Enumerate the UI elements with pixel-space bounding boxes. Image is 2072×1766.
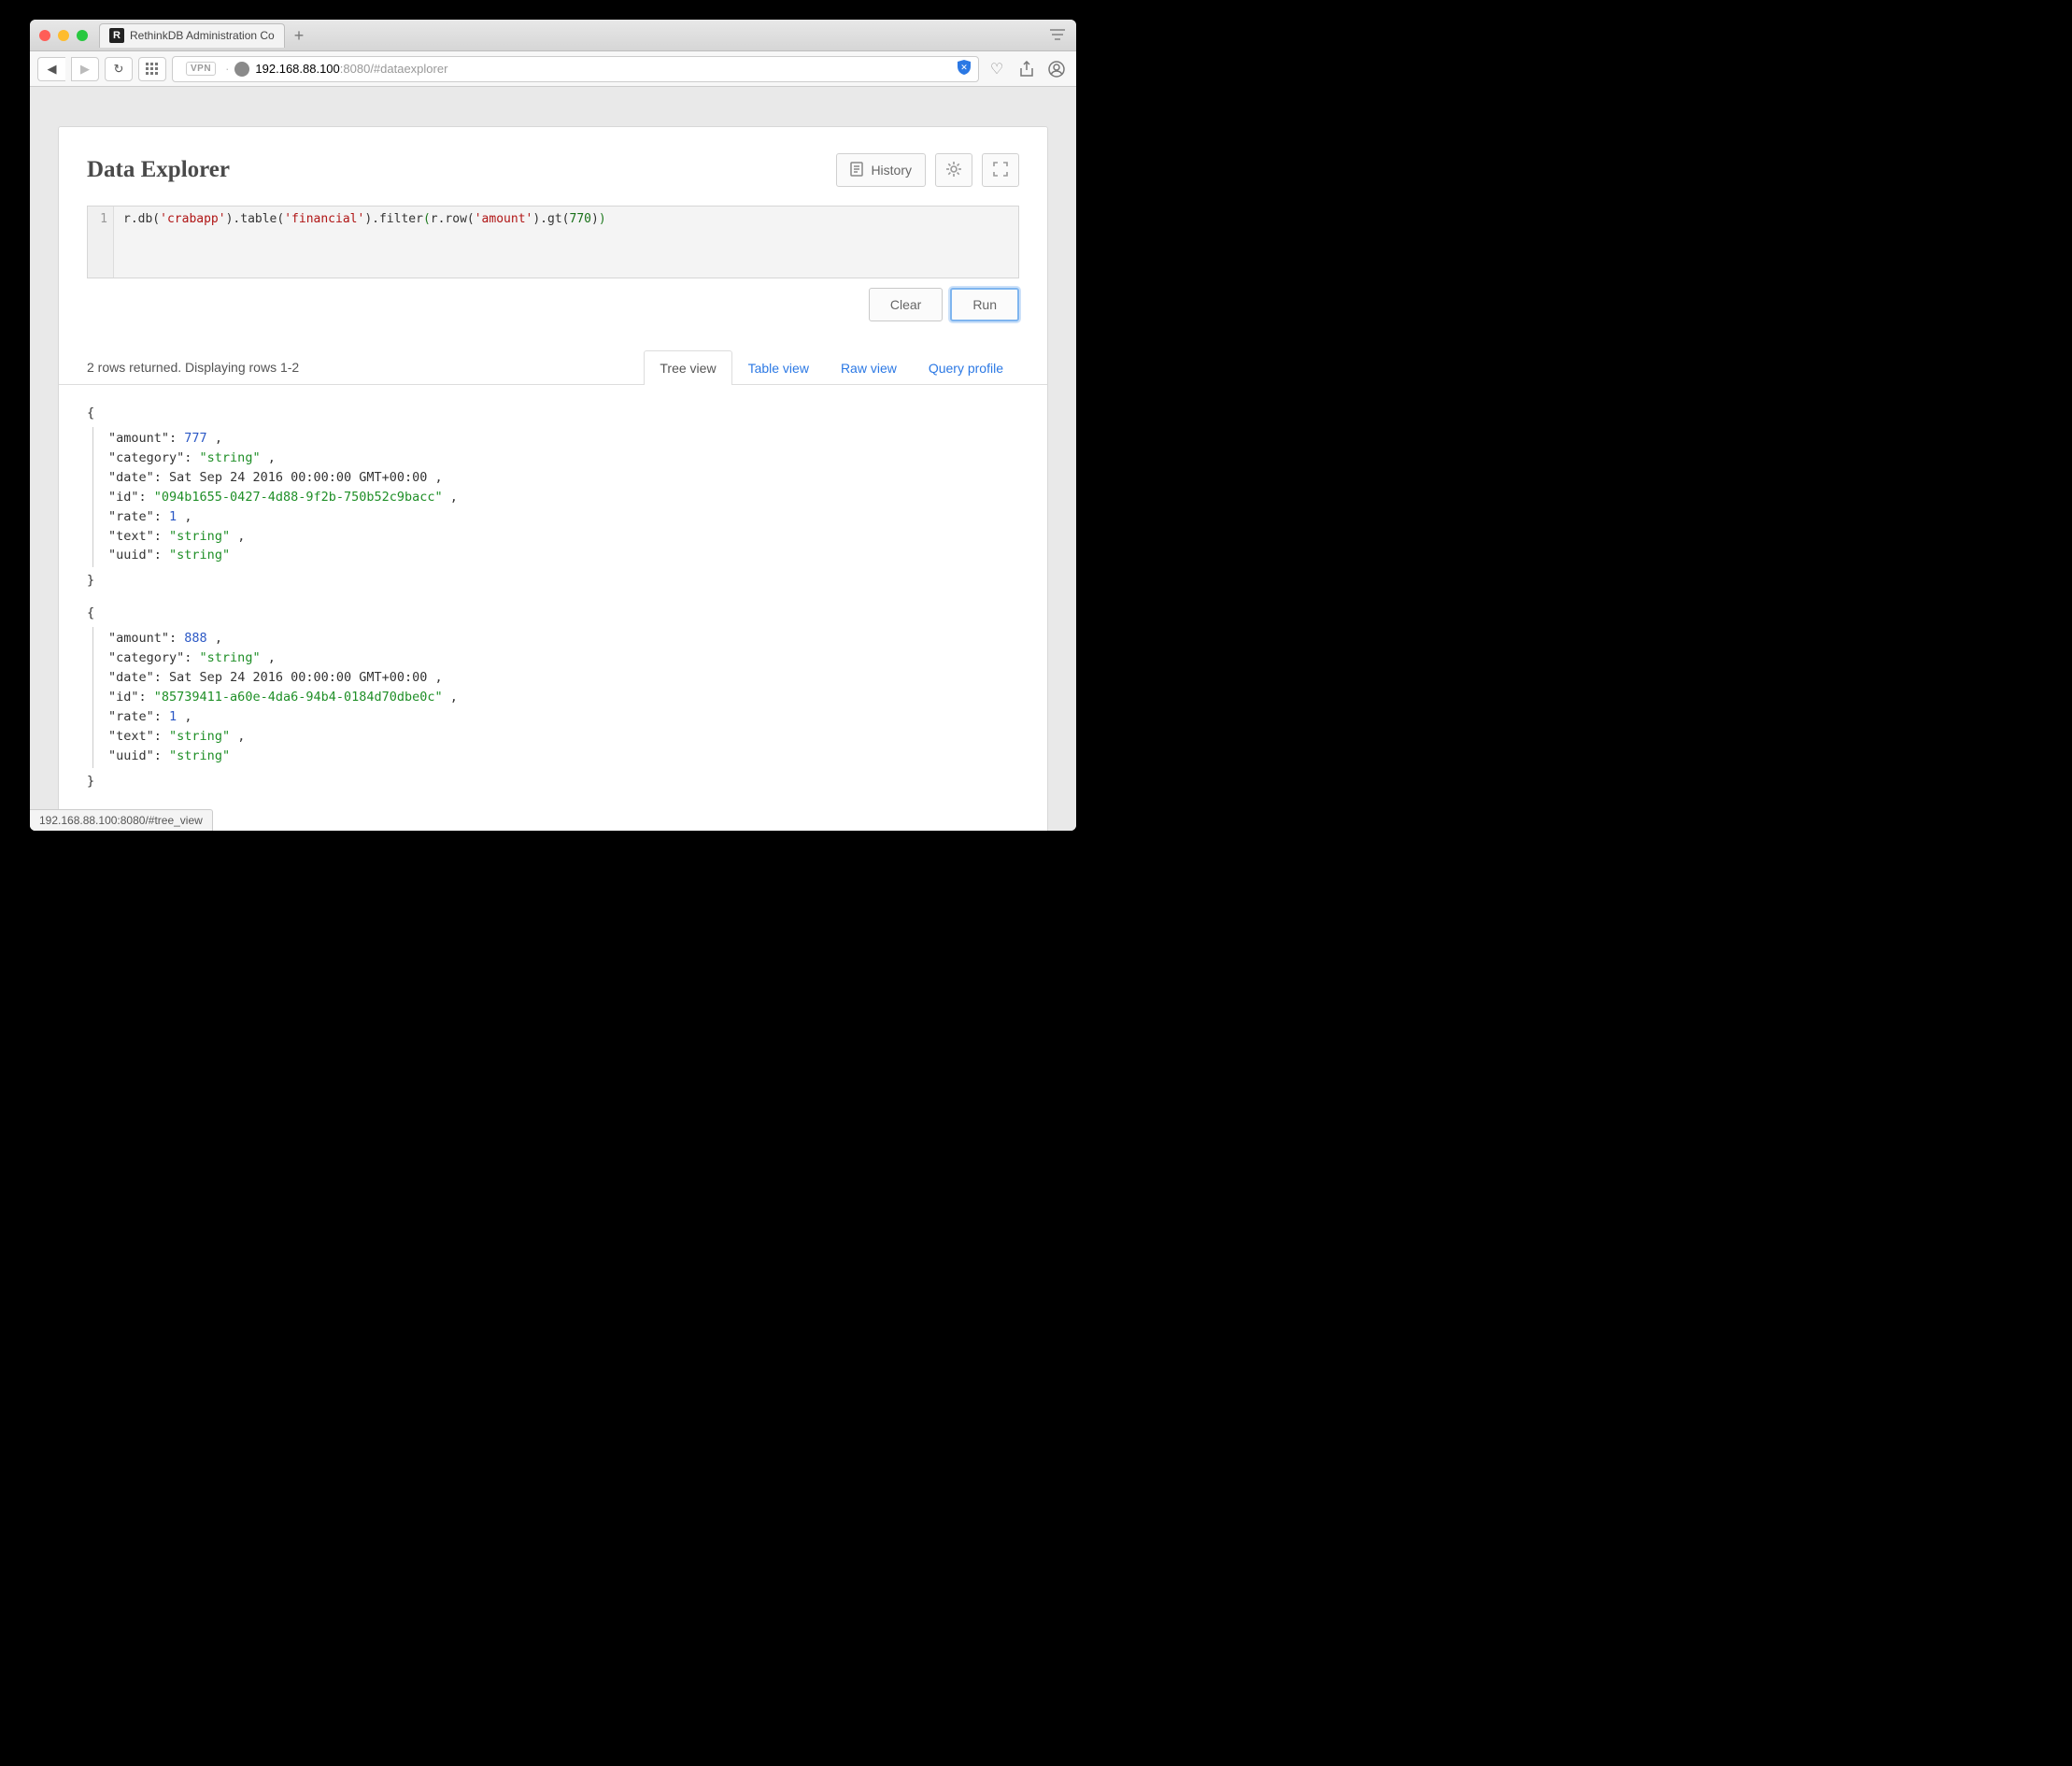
- history-icon: [850, 162, 863, 179]
- browser-tab[interactable]: R RethinkDB Administration Co: [99, 23, 285, 48]
- window-controls: [39, 30, 88, 41]
- fullscreen-button[interactable]: [982, 153, 1019, 187]
- rows-returned-label: 2 rows returned. Displaying rows 1-2: [87, 360, 299, 384]
- clear-button[interactable]: Clear: [869, 288, 943, 321]
- titlebar: R RethinkDB Administration Co +: [30, 20, 1076, 51]
- query-text[interactable]: r.db('crabapp').table('financial').filte…: [114, 207, 1018, 278]
- speed-dial-button[interactable]: [138, 57, 166, 81]
- new-tab-button[interactable]: +: [294, 27, 305, 44]
- gear-icon: [945, 161, 962, 180]
- result-object: { "amount": 777 , "category": "string" ,…: [87, 404, 1019, 591]
- favicon-icon: R: [109, 28, 124, 43]
- close-window-button[interactable]: [39, 30, 50, 41]
- status-bar: 192.168.88.100:8080/#tree_view: [30, 809, 213, 831]
- line-number: 1: [100, 212, 107, 226]
- forward-button[interactable]: ▶: [71, 57, 99, 81]
- reload-button[interactable]: ↻: [105, 57, 133, 81]
- browser-window: R RethinkDB Administration Co + ◀ ▶ ↻ VP…: [30, 20, 1076, 831]
- url-path: :8080/#dataexplorer: [340, 62, 448, 76]
- card-header: Data Explorer History: [59, 127, 1047, 196]
- run-button[interactable]: Run: [950, 288, 1019, 321]
- page-content: Data Explorer History: [30, 87, 1076, 831]
- shield-icon[interactable]: ✕: [958, 60, 971, 78]
- browser-toolbar: ◀ ▶ ↻ VPN · 192.168.88.100:8080/#dataexp…: [30, 51, 1076, 87]
- url-host: 192.168.88.100: [255, 62, 339, 76]
- share-icon[interactable]: [1015, 61, 1039, 78]
- back-button[interactable]: ◀: [37, 57, 65, 81]
- result-object: { "amount": 888 , "category": "string" ,…: [87, 604, 1019, 790]
- history-button[interactable]: History: [836, 153, 926, 187]
- results-tree: { "amount": 777 , "category": "string" ,…: [59, 385, 1047, 831]
- globe-icon: [234, 62, 249, 77]
- line-gutter: 1: [88, 207, 114, 278]
- address-bar[interactable]: VPN · 192.168.88.100:8080/#dataexplorer …: [172, 56, 979, 82]
- tab-table-view[interactable]: Table view: [732, 350, 825, 385]
- header-buttons: History: [836, 153, 1019, 187]
- url-text: 192.168.88.100:8080/#dataexplorer: [255, 62, 447, 76]
- action-row: Clear Run: [59, 278, 1047, 340]
- heart-icon[interactable]: ♡: [985, 60, 1009, 78]
- query-editor[interactable]: 1 r.db('crabapp').table('financial').fil…: [87, 206, 1019, 278]
- tab-raw-view[interactable]: Raw view: [825, 350, 913, 385]
- results-bar: 2 rows returned. Displaying rows 1-2 Tre…: [59, 349, 1047, 385]
- page-title: Data Explorer: [87, 157, 230, 183]
- history-label: History: [871, 163, 912, 178]
- expand-icon: [993, 162, 1008, 179]
- vpn-badge: VPN: [186, 62, 216, 76]
- minimize-window-button[interactable]: [58, 30, 69, 41]
- tab-tree-view[interactable]: Tree view: [644, 350, 731, 385]
- site-info-icon[interactable]: ·: [225, 62, 229, 76]
- profile-icon[interactable]: [1044, 61, 1069, 78]
- browser-menu-icon[interactable]: [1050, 28, 1065, 45]
- view-tabs: Tree view Table view Raw view Query prof…: [644, 349, 1019, 384]
- svg-text:✕: ✕: [960, 63, 968, 72]
- settings-button[interactable]: [935, 153, 972, 187]
- tab-title: RethinkDB Administration Co: [130, 29, 275, 42]
- tab-query-profile[interactable]: Query profile: [913, 350, 1019, 385]
- maximize-window-button[interactable]: [77, 30, 88, 41]
- data-explorer-card: Data Explorer History: [58, 126, 1048, 831]
